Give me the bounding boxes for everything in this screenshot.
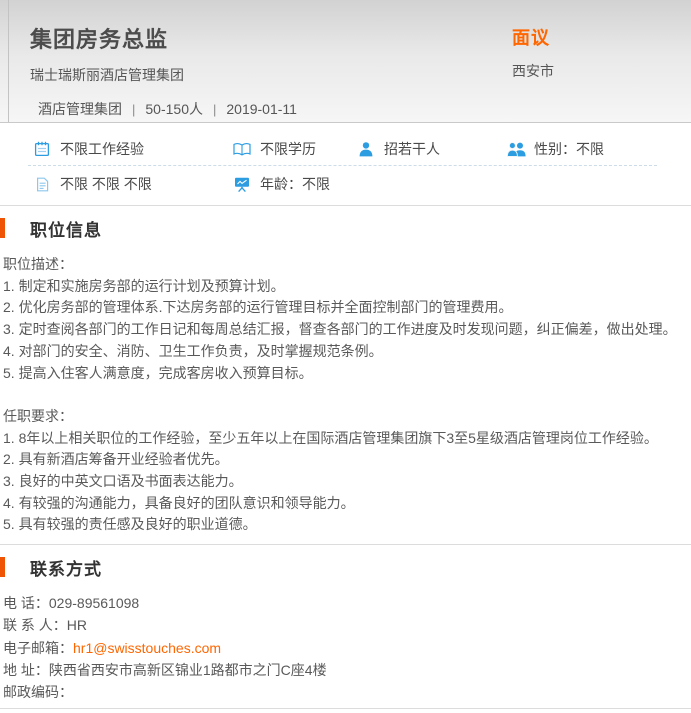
email-label: 电子邮箱： [3,640,73,656]
header-left-border [8,0,9,122]
job-requirement-line: 1. 8年以上相关职位的工作经验，至少五年以上在国际酒店管理集团旗下3至5星级酒… [3,428,687,450]
tag-label: 年龄：不限 [260,174,330,194]
job-info-section-header: 职位信息 [0,217,691,239]
job-requirements-heading: 任职要求： [3,406,687,428]
tag-label: 不限 不限 不限 [60,174,152,194]
postcode-label: 邮政编码： [3,684,73,700]
job-description-line: 4. 对部门的安全、消防、卫生工作负责，及时掌握规范条例。 [3,341,687,363]
document-icon [32,177,52,192]
job-requirement-line: 3. 良好的中英文口语及书面表达能力。 [3,471,687,493]
contact-postcode-row: 邮政编码： [3,681,691,703]
contact-phone-row: 电 话：029-89561098 [3,592,691,614]
age-board-icon [232,177,252,192]
section-divider [0,205,691,206]
phone-value: 029-89561098 [49,595,139,611]
job-description-line: 2. 优化房务部的管理体系.下达房务部的运行管理目标并全面控制部门的管理费用。 [3,297,687,319]
tag-row-1: 不限工作经验 不限学历 招若干人 [0,133,691,165]
job-description: 职位描述： 1. 制定和实施房务部的运行计划及预算计划。 2. 优化房务部的管理… [0,239,691,536]
tag-label: 不限学历 [260,139,316,159]
job-requirement-line: 5. 具有较强的责任感及良好的职业道德。 [3,514,687,536]
job-description-line: 5. 提高入住客人满意度，完成客房收入预算目标。 [3,363,687,385]
tag-work-experience: 不限工作经验 [32,139,232,159]
tag-education: 不限学历 [232,139,356,159]
job-description-blank-line [3,384,687,406]
tag-gender: 性别：不限 [506,139,604,159]
phone-label: 电 话： [3,595,49,611]
job-description-line: 3. 定时查阅各部门的工作日记和每周总结汇报，督查各部门的工作进度及时发现问题，… [3,319,687,341]
contact-person-row: 联 系 人：HR [3,614,691,636]
section-divider [0,544,691,545]
contact-details: 电 话：029-89561098 联 系 人：HR 电子邮箱：hr1@swiss… [0,578,691,703]
contact-section: 联系方式 电 话：029-89561098 联 系 人：HR 电子邮箱：hr1@… [0,556,691,703]
tag-label: 性别：不限 [534,139,604,159]
email-link[interactable]: hr1@swisstouches.com [73,640,221,656]
contact-person-label: 联 系 人： [3,617,67,633]
contact-address-row: 地 址：陕西省西安市高新区锦业1路都市之门C座4楼 [3,659,691,681]
tag-label: 招若干人 [384,139,440,159]
gender-people-icon [506,142,526,157]
work-experience-icon [32,141,52,157]
contact-section-header: 联系方式 [0,556,691,578]
job-meta-row: 酒店管理集团 | 50-150人 | 2019-01-11 [30,99,661,119]
company-name: 瑞士瑞斯丽酒店管理集团 [30,65,661,85]
address-value: 陕西省西安市高新区锦业1路都市之门C座4楼 [49,662,327,678]
address-label: 地 址： [3,662,49,678]
job-header: 集团房务总监 面议 瑞士瑞斯丽酒店管理集团 西安市 酒店管理集团 | 50-150人… [0,0,691,123]
job-description-line: 1. 制定和实施房务部的运行计划及预算计划。 [3,276,687,298]
job-requirement-tags: 不限工作经验 不限学历 招若干人 [0,123,691,205]
tag-label: 不限工作经验 [60,139,144,159]
headcount-person-icon [356,142,376,157]
contact-person-value: HR [67,617,87,633]
tag-other-requirements: 不限 不限 不限 [32,174,232,194]
section-title: 联系方式 [30,555,102,580]
industry-label: 酒店管理集团 [38,101,122,117]
salary-badge: 面议 [512,24,550,50]
meta-separator: | [213,102,216,117]
section-accent-bar [0,557,5,577]
post-date-label: 2019-01-11 [226,101,297,117]
job-description-line: 职位描述： [3,254,687,276]
section-accent-bar [0,218,5,238]
city-label: 西安市 [512,61,554,81]
job-info-section: 职位信息 职位描述： 1. 制定和实施房务部的运行计划及预算计划。 2. 优化房… [0,217,691,536]
tag-headcount: 招若干人 [356,139,506,159]
contact-email-row: 电子邮箱：hr1@swisstouches.com [3,637,691,659]
job-requirement-line: 2. 具有新酒店筹备开业经验者优先。 [3,449,687,471]
page-title: 集团房务总监 [30,22,168,54]
tag-age: 年龄：不限 [232,174,330,194]
education-book-icon [232,142,252,157]
tag-row-2: 不限 不限 不限 年龄：不限 [0,166,691,202]
section-title: 职位信息 [30,216,102,241]
meta-separator: | [132,102,135,117]
company-size-label: 50-150人 [145,101,203,117]
bottom-divider [0,708,691,709]
job-requirement-line: 4. 有较强的沟通能力，具备良好的团队意识和领导能力。 [3,493,687,515]
